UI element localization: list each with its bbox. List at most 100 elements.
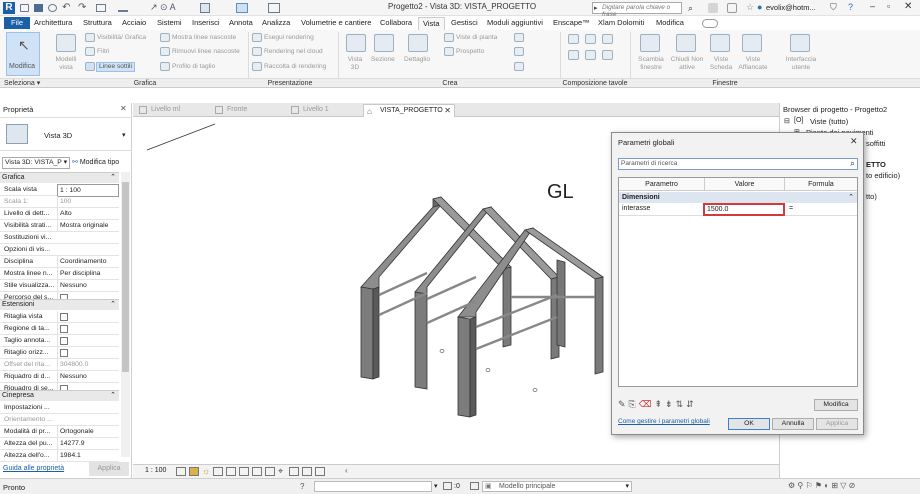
menu-struttura[interactable]: Struttura	[83, 17, 112, 29]
sort-asc-icon[interactable]: ⇅	[676, 399, 687, 409]
property-row[interactable]: Modalità di pr... Ortogonale	[0, 426, 119, 438]
tab-views-label[interactable]: Viste Scheda	[707, 56, 735, 72]
property-row[interactable]: Stile visualizza... Nessuno	[0, 280, 119, 292]
property-row[interactable]: Offset del rita... 304800.0	[0, 359, 119, 371]
modify-tool[interactable]: ↖ Modifica	[6, 32, 40, 76]
user-interface-icon[interactable]	[790, 34, 810, 52]
cloud-render-label[interactable]: Rendering nel cloud	[264, 48, 323, 56]
properties-apply-button[interactable]: Applica	[89, 462, 129, 476]
view-scale[interactable]: 1 : 100	[145, 467, 166, 474]
workset-dropdown-icon[interactable]: ▾	[434, 482, 438, 490]
move-down-icon[interactable]: ⇟	[665, 399, 676, 409]
property-row[interactable]: Regione di ta...	[0, 323, 119, 335]
browser-item[interactable]: soffitti	[866, 139, 885, 148]
column-parametro[interactable]: Parametro	[619, 178, 705, 191]
group-dimensioni[interactable]: Dimensioni ⌃	[619, 192, 857, 203]
plan-views-label[interactable]: Viste di pianta	[456, 34, 497, 42]
tile-views-label[interactable]: Viste Affiancate	[736, 56, 770, 72]
sort-desc-icon[interactable]: ⇵	[686, 399, 697, 409]
browser-tree-collapse-icon[interactable]: ⊟	[784, 117, 790, 125]
property-checkbox[interactable]	[57, 347, 119, 358]
search-field[interactable]: ▸ Digitare parola chiave o frase	[592, 2, 682, 18]
save-icon[interactable]	[34, 4, 43, 12]
filters-icon[interactable]	[85, 47, 95, 56]
dialog-close-icon[interactable]: ✕	[850, 136, 858, 147]
properties-scrollbar[interactable]	[121, 172, 130, 457]
modify-button[interactable]: Modifica	[814, 399, 858, 411]
plan-views-icon[interactable]	[444, 33, 454, 42]
global-params-help-link[interactable]: Come gestire i parametri globali	[618, 418, 710, 425]
redo-icon[interactable]: ↷	[78, 2, 86, 13]
delete-param-icon[interactable]: ⌫	[639, 399, 655, 409]
property-row[interactable]: Livello di dett... Alto	[0, 208, 119, 220]
apply-button[interactable]: Applica	[816, 418, 858, 430]
workset-select[interactable]	[314, 481, 432, 492]
close-inactive-label[interactable]: Chiudi Non attive	[670, 56, 704, 72]
tab-livello-ml[interactable]: Livello ml	[135, 104, 209, 117]
help-icon[interactable]: ?	[848, 2, 853, 12]
column-formula[interactable]: Formula	[785, 178, 857, 191]
tab-views-icon[interactable]	[710, 34, 730, 52]
type-selector[interactable]: Vista 3D ▾	[0, 117, 132, 151]
browser-item[interactable]: to edificio)	[866, 171, 900, 180]
property-row[interactable]: Opzioni di vis...Modifica...	[0, 244, 119, 256]
property-row[interactable]: Altezza dell'o... 1984.1	[0, 450, 119, 462]
revisions-icon[interactable]	[602, 34, 613, 44]
browser-item[interactable]: Viste (tutto)	[810, 117, 848, 126]
render-gallery-label[interactable]: Raccolta di rendering	[264, 63, 326, 71]
property-row[interactable]: Orientamento ...	[0, 414, 119, 426]
communication-icon[interactable]	[727, 3, 737, 13]
menu-sistemi[interactable]: Sistemi	[157, 17, 182, 29]
callout-label[interactable]: Dettaglio	[404, 56, 430, 64]
guide-grid-icon[interactable]	[568, 50, 579, 60]
property-row[interactable]: Ritaglia vista	[0, 311, 119, 323]
view-instance-select[interactable]: Vista 3D: VISTA_P ▾	[2, 157, 70, 169]
view-templates-label[interactable]: Modelli vista	[52, 56, 80, 72]
checkbox[interactable]	[60, 312, 68, 321]
show-hidden-icon[interactable]	[160, 33, 170, 42]
property-row[interactable]: Taglio annota...	[0, 335, 119, 347]
crea-tool-icon[interactable]	[514, 33, 524, 42]
minimize-button[interactable]: –	[870, 1, 875, 11]
move-up-icon[interactable]: ⇞	[654, 399, 665, 409]
browser-item[interactable]: tto)	[866, 192, 877, 201]
param-formula[interactable]: =	[789, 205, 793, 212]
3d-view-create-icon[interactable]	[346, 34, 366, 52]
user-name[interactable]: evolix@hotm...	[766, 3, 816, 12]
column-valore[interactable]: Valore	[705, 178, 785, 191]
menu-architettura[interactable]: Architettura	[34, 17, 72, 29]
checkbox[interactable]	[60, 348, 68, 357]
ok-button[interactable]: OK	[728, 418, 770, 430]
menu-collabora[interactable]: Collabora	[380, 17, 412, 29]
open-icon[interactable]	[20, 4, 29, 12]
crop-view-icon[interactable]	[239, 467, 249, 476]
property-checkbox[interactable]	[57, 335, 119, 346]
select-links-icon[interactable]	[443, 482, 452, 490]
remove-hidden-label[interactable]: Rimuovi linee nascoste	[172, 48, 240, 56]
menu-modifica[interactable]: Modifica	[656, 17, 684, 29]
measure-icon[interactable]	[118, 4, 128, 12]
tile-views-icon[interactable]	[742, 34, 762, 52]
edit-type-button[interactable]: ⚯ Modifica tipo	[72, 157, 119, 169]
switch-windows-icon[interactable]	[236, 3, 248, 13]
property-checkbox[interactable]	[57, 311, 119, 322]
shadows-icon[interactable]	[213, 467, 223, 476]
parameter-search-input[interactable]: Parametri di ricerca ⌕	[618, 158, 858, 170]
temporary-hide-icon[interactable]: ⌖	[278, 466, 283, 477]
thin-lines-icon[interactable]	[85, 62, 95, 71]
close-inactive-icon[interactable]	[268, 3, 280, 13]
visual-style-icon[interactable]	[189, 467, 199, 476]
binoculars-icon[interactable]: ⌕	[688, 3, 693, 14]
thin-lines-label[interactable]: Linee sottili	[96, 62, 135, 72]
property-row[interactable]: Riquadro di d... Nessuno	[0, 371, 119, 383]
3d-view-icon[interactable]	[200, 3, 210, 13]
annotate-icon[interactable]: ↗ ⊙ A	[150, 2, 176, 13]
menu-vista[interactable]: Vista	[418, 17, 445, 31]
checkbox[interactable]	[60, 336, 68, 345]
menu-annota[interactable]: Annota	[229, 17, 253, 29]
user-icon[interactable]: ●	[757, 2, 762, 12]
switch-windows-button-icon[interactable]	[640, 34, 660, 52]
revit-logo-icon[interactable]: R	[3, 2, 15, 14]
menu-moduli[interactable]: Moduli aggiuntivi	[487, 17, 543, 29]
menu-analizza[interactable]: Analizza	[262, 17, 290, 29]
